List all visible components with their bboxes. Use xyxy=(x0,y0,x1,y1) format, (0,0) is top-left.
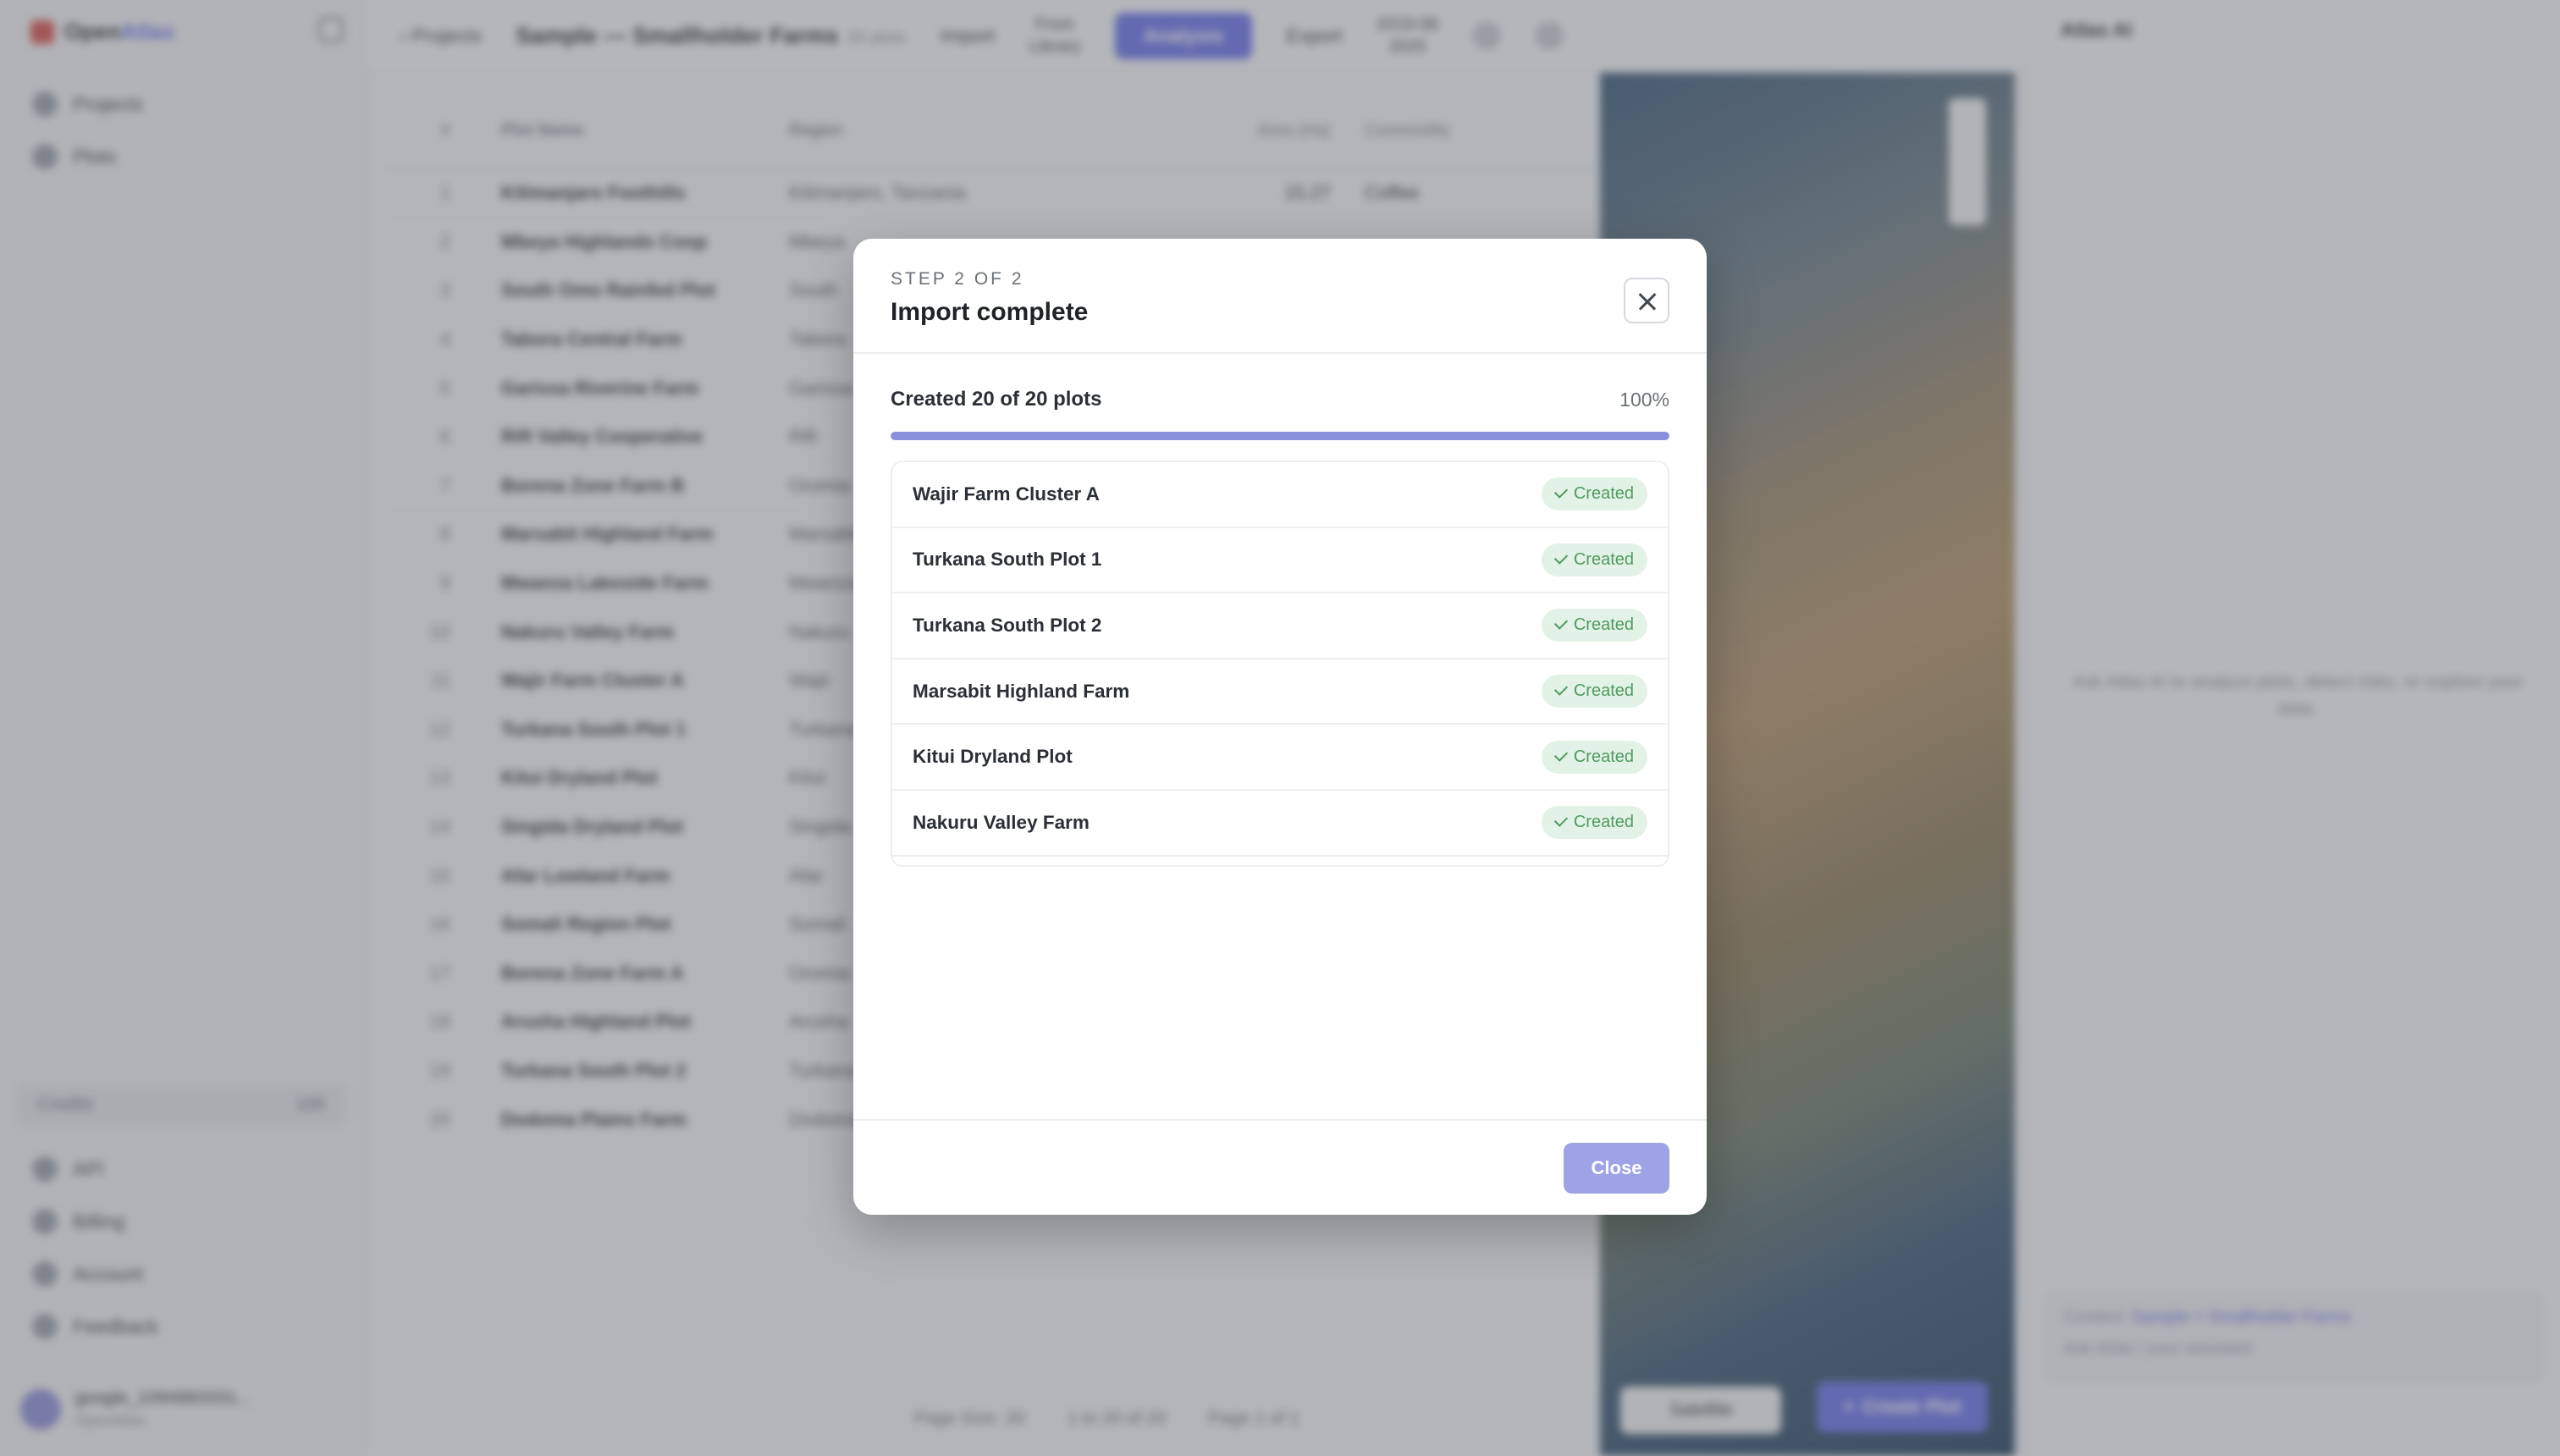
status-badge: Created xyxy=(1541,740,1647,774)
list-item: Kitui Dryland Plot Created xyxy=(892,725,1668,791)
status-label: Created xyxy=(1573,747,1634,766)
close-icon[interactable] xyxy=(1624,278,1669,323)
plot-name: Kitui Dryland Plot xyxy=(913,746,1073,768)
status-label: Created xyxy=(1573,615,1634,635)
status-label: Created xyxy=(1573,813,1634,832)
status-label: Created xyxy=(1573,484,1634,504)
status-badge: Created xyxy=(1541,477,1647,511)
status-badge: Created xyxy=(1541,543,1647,576)
status-label: Created xyxy=(1573,681,1634,701)
dialog-footer: Close xyxy=(853,1119,1707,1215)
progress-percent: 100% xyxy=(1619,388,1669,411)
check-icon xyxy=(1553,681,1568,696)
dialog-header: STEP 2 OF 2 Import complete xyxy=(853,239,1707,354)
close-button[interactable]: Close xyxy=(1564,1143,1669,1194)
list-item: Nakuru Valley Farm Created xyxy=(892,791,1668,857)
check-icon xyxy=(1553,747,1568,762)
plot-name: Wajir Farm Cluster A xyxy=(913,483,1100,505)
check-icon xyxy=(1553,550,1568,565)
step-indicator: STEP 2 OF 2 xyxy=(891,269,1024,289)
check-icon xyxy=(1553,813,1568,828)
status-badge: Created xyxy=(1541,675,1647,709)
status-badge: Created xyxy=(1541,806,1647,840)
import-complete-dialog: STEP 2 OF 2 Import complete Created 20 o… xyxy=(853,239,1707,1215)
import-results-list[interactable]: Wajir Farm Cluster A Created Turkana South… xyxy=(891,461,1669,867)
list-item: Turkana South Plot 2 Created xyxy=(892,593,1668,659)
plot-name: Nakuru Valley Farm xyxy=(913,811,1090,833)
status-badge: Created xyxy=(1541,609,1647,643)
dialog-title: Import complete xyxy=(891,298,1089,326)
plot-name: Turkana South Plot 2 xyxy=(913,614,1102,636)
progress-bar-fill xyxy=(891,432,1669,440)
status-label: Created xyxy=(1573,549,1634,569)
progress-summary: Created 20 of 20 plots 100% xyxy=(891,388,1669,411)
list-item: Turkana South Plot 1 Created xyxy=(892,528,1668,594)
list-item: Borena Zone Farm ACreated xyxy=(892,857,1668,865)
progress-bar xyxy=(891,432,1669,440)
plot-name: Turkana South Plot 1 xyxy=(913,549,1102,571)
list-item: Wajir Farm Cluster A Created xyxy=(892,462,1668,528)
check-icon xyxy=(1553,616,1568,631)
list-item: Marsabit Highland Farm Created xyxy=(892,659,1668,725)
check-icon xyxy=(1553,484,1568,499)
plot-name: Marsabit Highland Farm xyxy=(913,680,1130,702)
progress-text: Created 20 of 20 plots xyxy=(891,388,1102,411)
